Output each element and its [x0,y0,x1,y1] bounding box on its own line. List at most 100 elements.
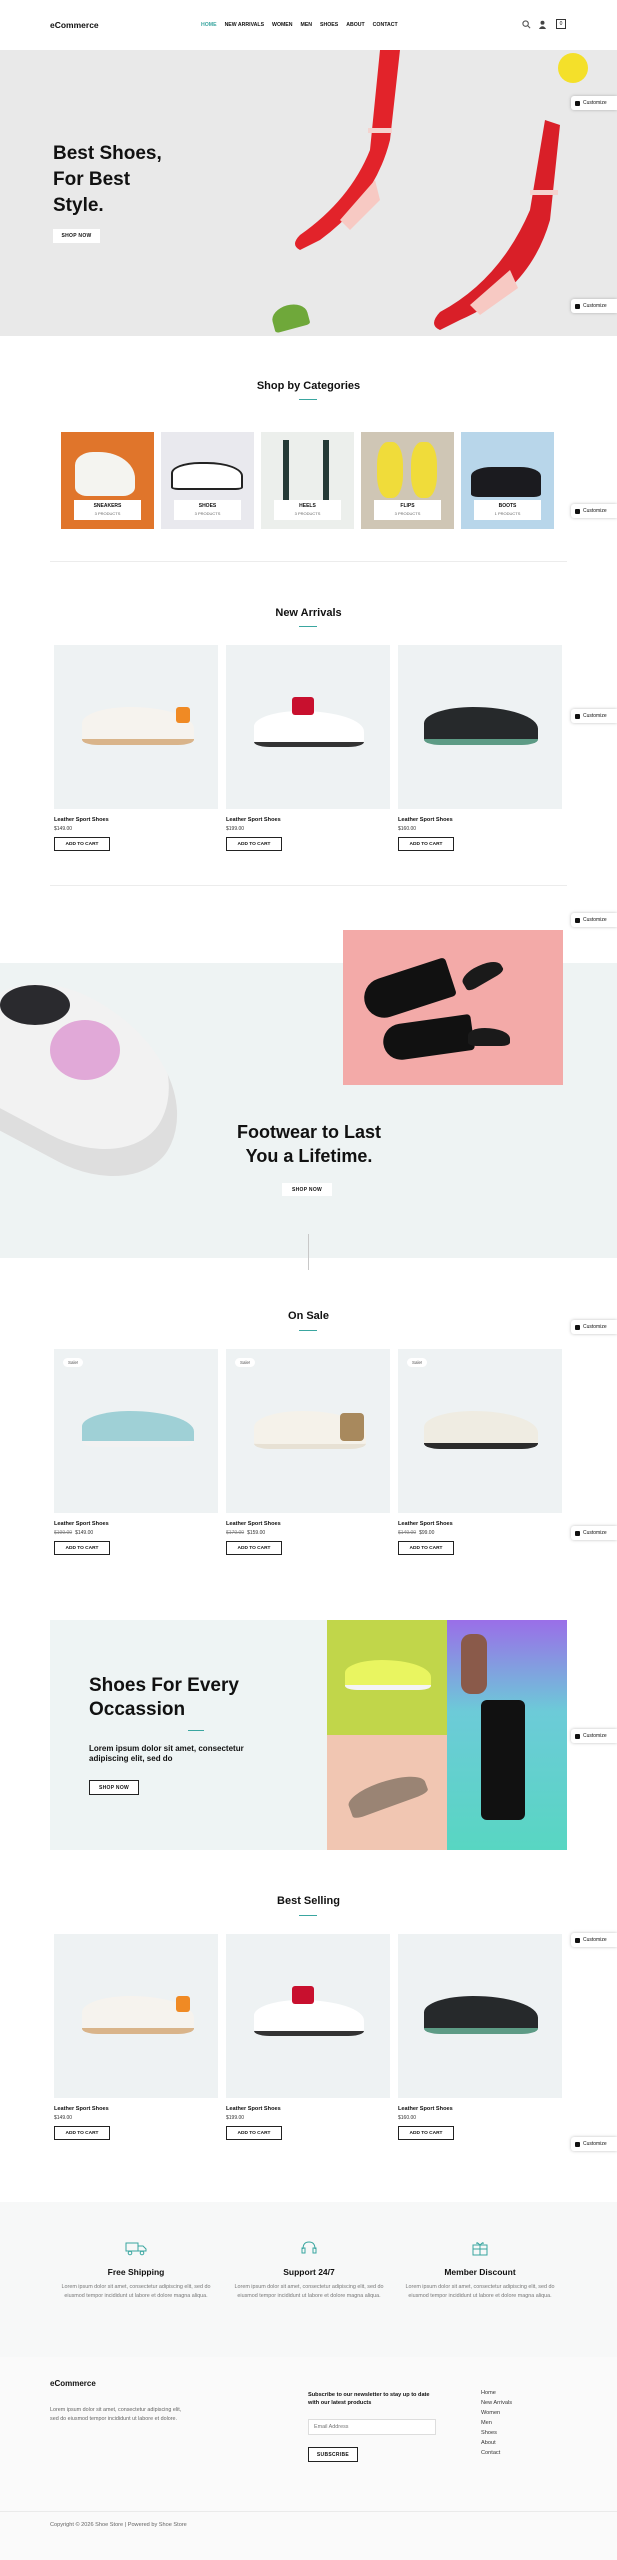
footer-link-about[interactable]: About [481,2440,512,2446]
add-to-cart-button[interactable]: ADD TO CART [398,837,454,851]
product-price: $160.00 [398,2115,417,2121]
paint-icon [575,100,580,106]
paint-icon [575,508,580,514]
add-to-cart-button[interactable]: ADD TO CART [54,2126,110,2140]
footer-link-men[interactable]: Men [481,2420,512,2426]
sneaker-image [424,707,538,745]
product-card[interactable]: Sale! Leather Sport Shoes $149.00 $99.00 … [398,1349,562,1555]
category-card-boots[interactable]: BOOTS 1 PRODUCTS [461,432,554,529]
hero-shop-now-button[interactable]: SHOP NOW [53,229,100,243]
footer-logo[interactable]: eCommerce [50,2379,96,2388]
add-to-cart-button[interactable]: ADD TO CART [226,837,282,851]
add-to-cart-button[interactable]: ADD TO CART [398,2126,454,2140]
product-name[interactable]: Leather Sport Shoes [226,817,390,823]
product-card[interactable]: Leather Sport Shoes $160.00 ADD TO CART [398,645,562,851]
customize-tab[interactable]: Customize [571,299,617,313]
customize-tab[interactable]: Customize [571,709,617,723]
product-image: Sale! [54,1349,218,1513]
paint-icon [575,713,580,719]
truck-icon [125,2242,147,2256]
email-input[interactable] [308,2419,436,2435]
shoe-image [171,462,243,490]
product-card[interactable]: Sale! Leather Sport Shoes $199.00 $149.00… [54,1349,218,1555]
customize-tab[interactable]: Customize [571,1320,617,1334]
product-name[interactable]: Leather Sport Shoes [226,1521,390,1527]
old-price: $149.00 [398,1530,417,1536]
paint-icon [575,1324,580,1330]
nav-women[interactable]: WOMEN [272,22,292,28]
footer-link-shoes[interactable]: Shoes [481,2430,512,2436]
product-image [54,1934,218,2098]
product-price: $199.00 [226,2115,245,2121]
footer-link-women[interactable]: Women [481,2410,512,2416]
nav-shoes[interactable]: SHOES [320,22,338,28]
pink-feet-image [343,930,563,1085]
add-to-cart-button[interactable]: ADD TO CART [226,1541,282,1555]
product-card[interactable]: Sale! Leather Sport Shoes $179.00 $159.00… [226,1349,390,1555]
product-card[interactable]: Leather Sport Shoes $199.00 ADD TO CART [226,645,390,851]
customize-tab[interactable]: Customize [571,1729,617,1743]
title-underline [299,626,317,627]
customize-tab[interactable]: Customize [571,504,617,518]
customize-tab[interactable]: Customize [571,913,617,927]
hero-headline: Best Shoes, For Best Style. [53,143,162,216]
product-name[interactable]: Leather Sport Shoes [54,2106,218,2112]
pink-gradient-accent [50,1020,120,1080]
product-image [226,1934,390,2098]
cart-icon[interactable]: 0 [556,19,566,29]
add-to-cart-button[interactable]: ADD TO CART [54,837,110,851]
footer-link-contact[interactable]: Contact [481,2450,512,2456]
site-logo[interactable]: eCommerce [50,20,99,30]
product-image [54,645,218,809]
category-card-flips[interactable]: FLIPS 3 PRODUCTS [361,432,454,529]
orange-heel-accent [176,1996,190,2012]
category-card-shoes[interactable]: SHOES 3 PRODUCTS [161,432,254,529]
product-name[interactable]: Leather Sport Shoes [398,2106,562,2112]
footer-link-new-arrivals[interactable]: New Arrivals [481,2400,512,2406]
nav-about[interactable]: ABOUT [346,22,364,28]
product-price: $149.00 [54,2115,73,2121]
promo-shop-now-button[interactable]: SHOP NOW [282,1183,332,1196]
add-to-cart-button[interactable]: ADD TO CART [398,1541,454,1555]
category-card-heels[interactable]: HEELS 3 PRODUCTS [261,432,354,529]
product-name[interactable]: Leather Sport Shoes [398,817,562,823]
product-name[interactable]: Leather Sport Shoes [54,1521,218,1527]
product-name[interactable]: Leather Sport Shoes [54,817,218,823]
footer-link-home[interactable]: Home [481,2390,512,2396]
divider [50,561,567,562]
occasion-subtext: Lorem ipsum dolor sit amet, consectetur … [89,1744,244,1763]
sneaker-shape [345,1660,431,1690]
nav-home[interactable]: HOME [201,22,217,28]
product-price: $149.00 [54,826,73,832]
add-to-cart-button[interactable]: ADD TO CART [54,1541,110,1555]
nav-men[interactable]: MEN [301,22,313,28]
product-card[interactable]: Leather Sport Shoes $160.00 ADD TO CART [398,1934,562,2140]
add-to-cart-button[interactable]: ADD TO CART [226,2126,282,2140]
customize-tab[interactable]: Customize [571,2137,617,2151]
subscribe-button[interactable]: SUBSCRIBE [308,2447,358,2462]
product-name[interactable]: Leather Sport Shoes [398,1521,562,1527]
user-icon[interactable] [538,20,547,29]
search-icon[interactable] [522,20,531,29]
product-card[interactable]: Leather Sport Shoes $199.00 ADD TO CART [226,1934,390,2140]
sale-price: $99.00 [419,1530,435,1536]
product-card[interactable]: Leather Sport Shoes $149.00 ADD TO CART [54,645,218,851]
accent-line [188,1730,204,1731]
feature-text: Lorem ipsum dolor sit amet, consectetur … [234,2284,384,2299]
feature-title: Member Discount [444,2267,516,2277]
customize-tab[interactable]: Customize [571,1933,617,1947]
product-name[interactable]: Leather Sport Shoes [226,2106,390,2112]
product-card[interactable]: Leather Sport Shoes $149.00 ADD TO CART [54,1934,218,2140]
customize-tab[interactable]: Customize [571,1526,617,1540]
customize-tab[interactable]: Customize [571,96,617,110]
product-image: Sale! [226,1349,390,1513]
nav-new-arrivals[interactable]: NEW ARRIVALS [225,22,264,28]
occasion-shop-now-button[interactable]: SHOP NOW [89,1780,139,1795]
old-price: $199.00 [54,1530,73,1536]
plant-image [269,300,311,334]
sneaker-image [82,1411,194,1447]
feature-title: Support 24/7 [283,2267,335,2277]
category-card-sneakers[interactable]: SNEAKERS 3 PRODUCTS [61,432,154,529]
nav-contact[interactable]: CONTACT [373,22,398,28]
sale-badge: Sale! [407,1358,428,1367]
